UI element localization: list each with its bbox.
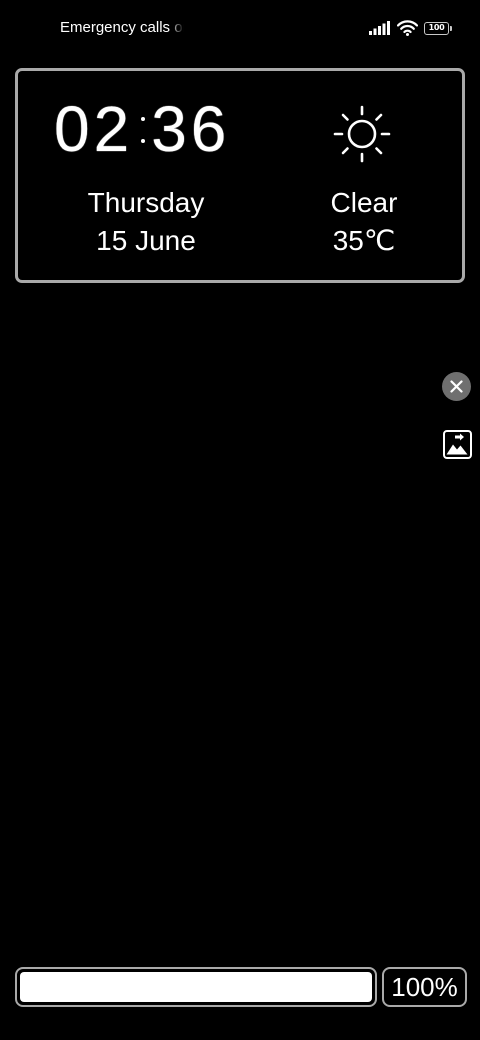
date-label: 15 June bbox=[96, 225, 196, 256]
progress-percent-label: 100% bbox=[382, 967, 467, 1007]
weather-block: Clear 35℃ bbox=[304, 184, 424, 260]
date-block: Thursday 15 June bbox=[46, 184, 246, 260]
clock-hours: 02 bbox=[54, 93, 134, 165]
close-button[interactable] bbox=[442, 372, 471, 401]
wallpaper-change-icon bbox=[446, 433, 468, 455]
weather-condition: Clear bbox=[330, 187, 398, 218]
status-icons: 100 bbox=[369, 17, 452, 39]
clock-time: 02 36 bbox=[54, 97, 230, 161]
progress-slider[interactable] bbox=[15, 967, 377, 1007]
weather-temperature: 35℃ bbox=[332, 225, 396, 256]
wallpaper-change-button[interactable] bbox=[443, 430, 472, 459]
brightness-control: 100% bbox=[15, 967, 467, 1007]
status-bar: Emergency calls only 100 bbox=[0, 0, 480, 56]
battery-icon: 100 bbox=[424, 21, 452, 35]
wifi-icon bbox=[397, 20, 418, 36]
clock-weather-widget[interactable]: 02 36 Thursday 15 June Clear 35℃ bbox=[15, 68, 465, 283]
clock-colon bbox=[136, 109, 150, 149]
sun-icon bbox=[332, 104, 392, 164]
progress-fill bbox=[20, 972, 372, 1002]
carrier-status-text: Emergency calls only bbox=[60, 19, 184, 36]
battery-level: 100 bbox=[428, 23, 445, 32]
weekday-label: Thursday bbox=[87, 187, 205, 218]
signal-icon bbox=[369, 21, 391, 35]
clock-minutes: 36 bbox=[151, 93, 231, 165]
close-icon bbox=[450, 380, 463, 393]
